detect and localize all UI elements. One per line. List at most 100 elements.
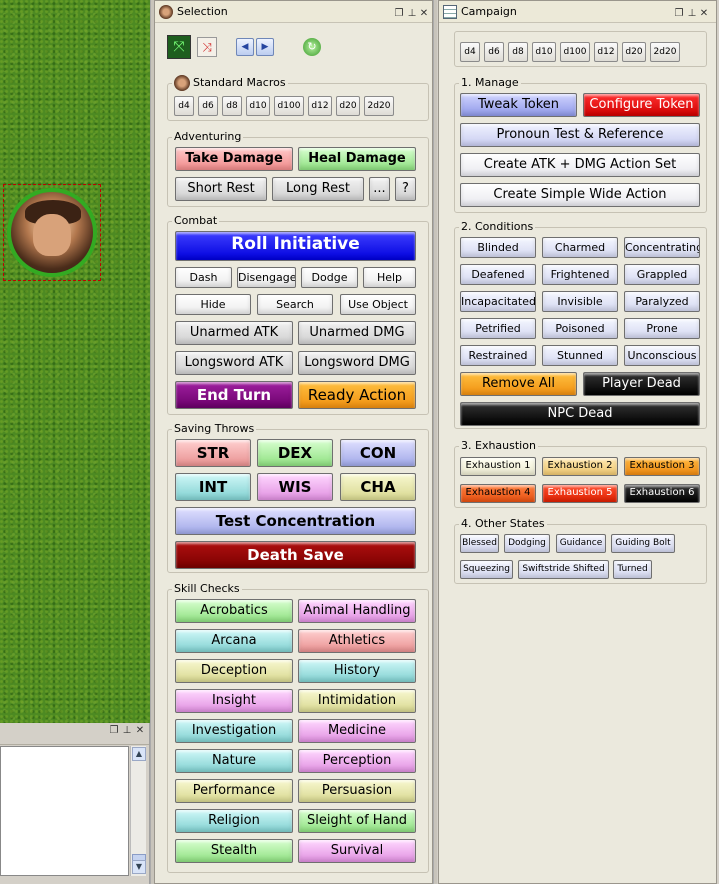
hide-button[interactable]: Hide [175,294,251,315]
skill-sleight-of-hand-button[interactable]: Sleight of Hand [298,809,416,833]
con-save-button[interactable]: CON [340,439,416,467]
state-swiftstride-shifted-button[interactable]: Swiftstride Shifted [518,560,609,579]
dash-button[interactable]: Dash [175,267,232,288]
deselect-icon[interactable]: ⤨ [197,37,217,57]
lower-panel-content[interactable] [0,746,129,876]
cha-save-button[interactable]: CHA [340,473,416,501]
player-dead-button[interactable]: Player Dead [583,372,700,396]
next-token-icon[interactable]: ▶ [256,38,274,56]
exhaustion-4-button[interactable]: Exhaustion 4 [460,484,536,503]
splitter[interactable] [433,0,437,884]
skill-deception-button[interactable]: Deception [175,659,293,683]
create-atk-dmg-button[interactable]: Create ATK + DMG Action Set [460,153,700,177]
condition-frightened-button[interactable]: Frightened [542,264,618,285]
exhaustion-6-button[interactable]: Exhaustion 6 [624,484,700,503]
ready-action-button[interactable]: Ready Action [298,381,416,409]
wis-save-button[interactable]: WIS [257,473,333,501]
state-guiding-bolt-button[interactable]: Guiding Bolt [611,534,675,553]
skill-acrobatics-button[interactable]: Acrobatics [175,599,293,623]
dice-button[interactable]: d6 [198,96,218,116]
condition-petrified-button[interactable]: Petrified [460,318,536,339]
npc-dead-button[interactable]: NPC Dead [460,402,700,426]
exhaustion-3-button[interactable]: Exhaustion 3 [624,457,700,476]
condition-stunned-button[interactable]: Stunned [542,345,618,366]
death-save-button[interactable]: Death Save [175,541,416,569]
dice-button[interactable]: d12 [594,42,618,62]
roll-initiative-button[interactable]: Roll Initiative [175,231,416,261]
scroll-down-icon[interactable]: ▼ [132,860,146,874]
longsword-atk-button[interactable]: Longsword ATK [175,351,293,375]
help-button[interactable]: Help [363,267,416,288]
close-icon[interactable]: ✕ [418,3,430,25]
condition-unconscious-button[interactable]: Unconscious [624,345,700,366]
skill-intimidation-button[interactable]: Intimidation [298,689,416,713]
restore-icon[interactable]: ❐ [393,3,405,25]
dice-button[interactable]: 2d20 [364,96,394,116]
restore-icon[interactable]: ❐ [108,725,120,736]
test-concentration-button[interactable]: Test Concentration [175,507,416,535]
selected-token[interactable] [3,184,101,281]
dex-save-button[interactable]: DEX [257,439,333,467]
skill-perception-button[interactable]: Perception [298,749,416,773]
take-damage-button[interactable]: Take Damage [175,147,293,171]
skill-religion-button[interactable]: Religion [175,809,293,833]
state-squeezing-button[interactable]: Squeezing [460,560,513,579]
skill-persuasion-button[interactable]: Persuasion [298,779,416,803]
condition-paralyzed-button[interactable]: Paralyzed [624,291,700,312]
state-blessed-button[interactable]: Blessed [460,534,499,553]
dice-button[interactable]: d8 [222,96,242,116]
select-all-icon[interactable]: ⤧ [167,35,191,59]
unarmed-dmg-button[interactable]: Unarmed DMG [298,321,416,345]
pronoun-test-button[interactable]: Pronoun Test & Reference [460,123,700,147]
dodge-button[interactable]: Dodge [301,267,358,288]
short-rest-button[interactable]: Short Rest [175,177,267,201]
search-button[interactable]: Search [257,294,333,315]
close-icon[interactable]: ✕ [134,725,146,736]
dice-button[interactable]: d20 [622,42,646,62]
longsword-dmg-button[interactable]: Longsword DMG [298,351,416,375]
state-guidance-button[interactable]: Guidance [556,534,606,553]
refresh-icon[interactable]: ↻ [303,38,321,56]
skill-insight-button[interactable]: Insight [175,689,293,713]
exhaustion-5-button[interactable]: Exhaustion 5 [542,484,618,503]
dice-button[interactable]: 2d20 [650,42,680,62]
dice-button[interactable]: d4 [174,96,194,116]
end-turn-button[interactable]: End Turn [175,381,293,409]
previous-token-icon[interactable]: ◀ [236,38,254,56]
state-dodging-button[interactable]: Dodging [504,534,550,553]
exhaustion-1-button[interactable]: Exhaustion 1 [460,457,536,476]
dice-button[interactable]: d10 [246,96,270,116]
int-save-button[interactable]: INT [175,473,251,501]
skill-stealth-button[interactable]: Stealth [175,839,293,863]
skill-performance-button[interactable]: Performance [175,779,293,803]
unarmed-atk-button[interactable]: Unarmed ATK [175,321,293,345]
dice-button[interactable]: d8 [508,42,528,62]
condition-restrained-button[interactable]: Restrained [460,345,536,366]
skill-medicine-button[interactable]: Medicine [298,719,416,743]
condition-poisoned-button[interactable]: Poisoned [542,318,618,339]
dice-button[interactable]: d100 [274,96,304,116]
dice-button[interactable]: d6 [484,42,504,62]
use-object-button[interactable]: Use Object [340,294,416,315]
dice-button[interactable]: d4 [460,42,480,62]
heal-damage-button[interactable]: Heal Damage [298,147,416,171]
skill-investigation-button[interactable]: Investigation [175,719,293,743]
skill-arcana-button[interactable]: Arcana [175,629,293,653]
skill-history-button[interactable]: History [298,659,416,683]
dice-button[interactable]: d12 [308,96,332,116]
dice-button[interactable]: d100 [560,42,590,62]
create-simple-action-button[interactable]: Create Simple Wide Action [460,183,700,207]
condition-concentrating-button[interactable]: Concentrating [624,237,700,258]
condition-invisible-button[interactable]: Invisible [542,291,618,312]
pin-icon[interactable]: ⊥ [406,3,418,25]
condition-incapacitated-button[interactable]: Incapacitated [460,291,536,312]
skill-animal-handling-button[interactable]: Animal Handling [298,599,416,623]
skill-nature-button[interactable]: Nature [175,749,293,773]
skill-survival-button[interactable]: Survival [298,839,416,863]
skill-athletics-button[interactable]: Athletics [298,629,416,653]
condition-charmed-button[interactable]: Charmed [542,237,618,258]
close-icon[interactable]: ✕ [698,3,710,25]
help-question-button[interactable]: ? [395,177,416,201]
str-save-button[interactable]: STR [175,439,251,467]
map-canvas[interactable] [0,0,150,723]
